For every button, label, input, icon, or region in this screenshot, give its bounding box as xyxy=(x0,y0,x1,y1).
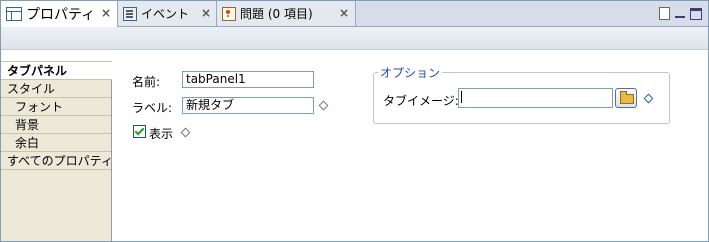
show-label: 表示 xyxy=(149,127,174,141)
tab-properties[interactable]: プロパティ × xyxy=(1,1,118,27)
show-checkbox[interactable] xyxy=(133,125,146,138)
close-icon[interactable]: × xyxy=(201,6,211,20)
category-margin[interactable]: 余白 xyxy=(1,134,111,152)
tab-events[interactable]: イベント × xyxy=(118,1,217,26)
category-style[interactable]: スタイル xyxy=(1,80,111,98)
tab-image-field[interactable] xyxy=(458,88,613,108)
maximize-icon[interactable] xyxy=(690,7,702,20)
minimize-icon[interactable] xyxy=(674,8,686,20)
category-list-top xyxy=(1,50,112,62)
name-field[interactable]: tabPanel1 xyxy=(182,71,314,88)
tab-properties-label: プロパティ xyxy=(26,7,96,23)
property-marker-icon xyxy=(180,127,191,138)
browse-image-button[interactable] xyxy=(615,88,637,108)
label-field[interactable]: 新規タブ xyxy=(182,97,314,114)
properties-content: 名前: tabPanel1 ラベル: 新規タブ 表示 オプション タブイメージ: xyxy=(112,50,708,241)
category-list: タブパネル スタイル フォント 背景 余白 すべてのプロパティ xyxy=(1,50,113,241)
category-font[interactable]: フォント xyxy=(1,98,111,116)
tab-events-label: イベント xyxy=(141,7,190,21)
pin-icon[interactable] xyxy=(659,7,670,20)
category-tab-panel[interactable]: タブパネル xyxy=(1,62,112,80)
tab-problems-label: 問題 (0 項目) xyxy=(240,7,313,21)
folder-icon xyxy=(620,91,634,104)
text-caret xyxy=(461,91,462,103)
view-toolbar xyxy=(659,7,702,20)
property-marker-icon xyxy=(318,100,329,111)
category-background[interactable]: 背景 xyxy=(1,116,111,134)
tab-problems[interactable]: 問題 (0 項目) × xyxy=(217,1,356,26)
events-icon xyxy=(123,6,137,21)
problems-icon xyxy=(222,6,236,21)
options-group-title: オプション xyxy=(378,64,443,81)
label-label: ラベル: xyxy=(132,101,173,115)
properties-view: プロパティ × イベント × 問題 (0 項目) × タブパネル スタイル フォ… xyxy=(0,0,709,242)
close-icon[interactable]: × xyxy=(101,6,111,20)
view-header-band xyxy=(1,27,708,50)
check-mark-icon xyxy=(134,125,145,136)
name-label: 名前: xyxy=(132,75,161,89)
properties-icon xyxy=(6,7,22,21)
category-all-properties[interactable]: すべてのプロパティ xyxy=(1,152,113,170)
tab-image-label: タブイメージ: xyxy=(383,94,459,108)
close-icon[interactable]: × xyxy=(339,6,349,20)
view-tab-strip: プロパティ × イベント × 問題 (0 項目) × xyxy=(1,1,708,27)
